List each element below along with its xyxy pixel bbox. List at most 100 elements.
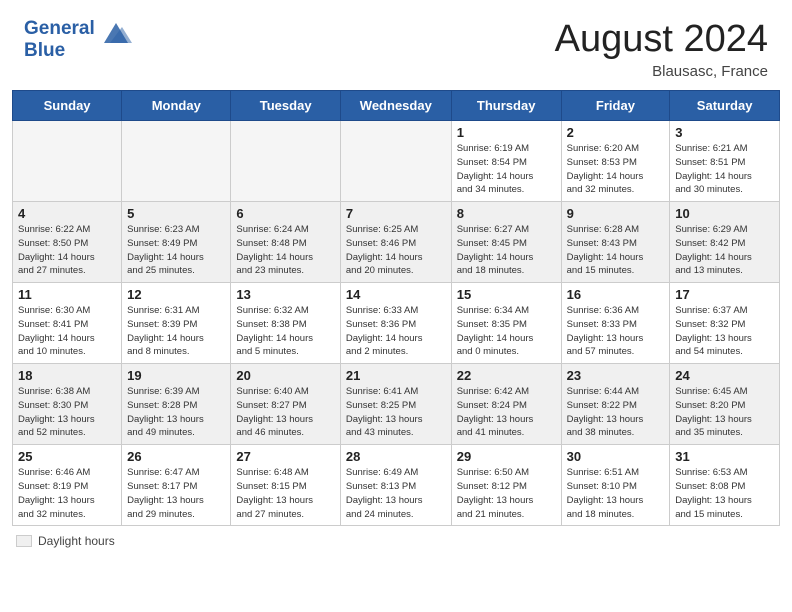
cell-info: Sunrise: 6:19 AM Sunset: 8:54 PM Dayligh… — [457, 142, 556, 197]
date-number: 11 — [18, 287, 116, 302]
cell-info: Sunrise: 6:21 AM Sunset: 8:51 PM Dayligh… — [675, 142, 774, 197]
location-subtitle: Blausasc, France — [555, 63, 768, 80]
cal-cell: 8 Sunrise: 6:27 AM Sunset: 8:45 PM Daylig… — [451, 202, 561, 283]
date-number: 25 — [18, 449, 116, 464]
date-number: 28 — [346, 449, 446, 464]
date-number: 16 — [567, 287, 665, 302]
cal-cell: 7 Sunrise: 6:25 AM Sunset: 8:46 PM Daylig… — [340, 202, 451, 283]
cal-cell: 11 Sunrise: 6:30 AM Sunset: 8:41 PM Dayli… — [13, 283, 122, 364]
cal-cell: 10 Sunrise: 6:29 AM Sunset: 8:42 PM Dayli… — [670, 202, 780, 283]
cell-info: Sunrise: 6:40 AM Sunset: 8:27 PM Dayligh… — [236, 385, 334, 440]
cell-info: Sunrise: 6:25 AM Sunset: 8:46 PM Dayligh… — [346, 223, 446, 278]
cell-info: Sunrise: 6:34 AM Sunset: 8:35 PM Dayligh… — [457, 304, 556, 359]
cal-cell: 9 Sunrise: 6:28 AM Sunset: 8:43 PM Daylig… — [561, 202, 670, 283]
day-header-sunday: Sunday — [13, 91, 122, 121]
cal-cell: 31Sunrise: 6:53 AM Sunset: 8:08 PM Dayli… — [670, 445, 780, 526]
cell-info: Sunrise: 6:37 AM Sunset: 8:32 PM Dayligh… — [675, 304, 774, 359]
cell-info: Sunrise: 6:33 AM Sunset: 8:36 PM Dayligh… — [346, 304, 446, 359]
calendar-table: SundayMondayTuesdayWednesdayThursdayFrid… — [12, 90, 780, 526]
legend-label: Daylight hours — [38, 534, 115, 548]
cell-info: Sunrise: 6:44 AM Sunset: 8:22 PM Dayligh… — [567, 385, 665, 440]
day-header-wednesday: Wednesday — [340, 91, 451, 121]
date-number: 15 — [457, 287, 556, 302]
cal-cell — [122, 121, 231, 202]
cal-cell: 17 Sunrise: 6:37 AM Sunset: 8:32 PM Dayli… — [670, 283, 780, 364]
cal-cell: 26Sunrise: 6:47 AM Sunset: 8:17 PM Dayli… — [122, 445, 231, 526]
cell-info: Sunrise: 6:51 AM Sunset: 8:10 PM Dayligh… — [567, 466, 665, 521]
cal-cell: 22 Sunrise: 6:42 AM Sunset: 8:24 PM Dayli… — [451, 364, 561, 445]
date-number: 13 — [236, 287, 334, 302]
cal-cell: 18Sunrise: 6:38 AM Sunset: 8:30 PM Dayli… — [13, 364, 122, 445]
date-number: 8 — [457, 206, 556, 221]
cal-cell: 28 Sunrise: 6:49 AM Sunset: 8:13 PM Dayli… — [340, 445, 451, 526]
date-number: 1 — [457, 125, 556, 140]
cal-cell: 29 Sunrise: 6:50 AM Sunset: 8:12 PM Dayli… — [451, 445, 561, 526]
logo-text: GeneralBlue — [24, 18, 95, 62]
day-header-saturday: Saturday — [670, 91, 780, 121]
cell-info: Sunrise: 6:45 AM Sunset: 8:20 PM Dayligh… — [675, 385, 774, 440]
cal-cell — [231, 121, 340, 202]
date-number: 29 — [457, 449, 556, 464]
cal-cell: 30 Sunrise: 6:51 AM Sunset: 8:10 PM Dayli… — [561, 445, 670, 526]
date-number: 3 — [675, 125, 774, 140]
cal-cell: 16Sunrise: 6:36 AM Sunset: 8:33 PM Dayli… — [561, 283, 670, 364]
cell-info: Sunrise: 6:24 AM Sunset: 8:48 PM Dayligh… — [236, 223, 334, 278]
date-number: 27 — [236, 449, 334, 464]
date-number: 24 — [675, 368, 774, 383]
cal-cell: 20 Sunrise: 6:40 AM Sunset: 8:27 PM Dayli… — [231, 364, 340, 445]
cal-cell — [13, 121, 122, 202]
date-number: 21 — [346, 368, 446, 383]
cell-info: Sunrise: 6:38 AM Sunset: 8:30 PM Dayligh… — [18, 385, 116, 440]
date-number: 17 — [675, 287, 774, 302]
cell-info: Sunrise: 6:30 AM Sunset: 8:41 PM Dayligh… — [18, 304, 116, 359]
cell-info: Sunrise: 6:20 AM Sunset: 8:53 PM Dayligh… — [567, 142, 665, 197]
cell-info: Sunrise: 6:31 AM Sunset: 8:39 PM Dayligh… — [127, 304, 225, 359]
cal-cell: 25Sunrise: 6:46 AM Sunset: 8:19 PM Dayli… — [13, 445, 122, 526]
date-number: 22 — [457, 368, 556, 383]
page-header: GeneralBlue August 2024 Blausasc, France — [0, 0, 792, 90]
cal-cell: 4 Sunrise: 6:22 AM Sunset: 8:50 PM Daylig… — [13, 202, 122, 283]
cal-cell — [340, 121, 451, 202]
legend-box — [16, 535, 32, 547]
cell-info: Sunrise: 6:39 AM Sunset: 8:28 PM Dayligh… — [127, 385, 225, 440]
cal-cell: 15 Sunrise: 6:34 AM Sunset: 8:35 PM Dayli… — [451, 283, 561, 364]
date-number: 7 — [346, 206, 446, 221]
cell-info: Sunrise: 6:27 AM Sunset: 8:45 PM Dayligh… — [457, 223, 556, 278]
day-header-thursday: Thursday — [451, 91, 561, 121]
cell-info: Sunrise: 6:48 AM Sunset: 8:15 PM Dayligh… — [236, 466, 334, 521]
cal-cell: 1 Sunrise: 6:19 AM Sunset: 8:54 PM Daylig… — [451, 121, 561, 202]
date-number: 14 — [346, 287, 446, 302]
cal-cell: 27 Sunrise: 6:48 AM Sunset: 8:15 PM Dayli… — [231, 445, 340, 526]
cell-info: Sunrise: 6:41 AM Sunset: 8:25 PM Dayligh… — [346, 385, 446, 440]
date-number: 10 — [675, 206, 774, 221]
legend: Daylight hours — [0, 526, 792, 556]
cell-info: Sunrise: 6:49 AM Sunset: 8:13 PM Dayligh… — [346, 466, 446, 521]
cell-info: Sunrise: 6:22 AM Sunset: 8:50 PM Dayligh… — [18, 223, 116, 278]
date-number: 26 — [127, 449, 225, 464]
month-year-title: August 2024 — [555, 18, 768, 61]
cell-info: Sunrise: 6:53 AM Sunset: 8:08 PM Dayligh… — [675, 466, 774, 521]
cal-cell: 3 Sunrise: 6:21 AM Sunset: 8:51 PM Daylig… — [670, 121, 780, 202]
cal-cell: 23 Sunrise: 6:44 AM Sunset: 8:22 PM Dayli… — [561, 364, 670, 445]
date-number: 9 — [567, 206, 665, 221]
date-number: 6 — [236, 206, 334, 221]
date-number: 20 — [236, 368, 334, 383]
date-number: 2 — [567, 125, 665, 140]
logo: GeneralBlue — [24, 18, 132, 62]
date-number: 19 — [127, 368, 225, 383]
cell-info: Sunrise: 6:28 AM Sunset: 8:43 PM Dayligh… — [567, 223, 665, 278]
date-number: 23 — [567, 368, 665, 383]
day-header-monday: Monday — [122, 91, 231, 121]
date-number: 30 — [567, 449, 665, 464]
cell-info: Sunrise: 6:23 AM Sunset: 8:49 PM Dayligh… — [127, 223, 225, 278]
cell-info: Sunrise: 6:50 AM Sunset: 8:12 PM Dayligh… — [457, 466, 556, 521]
cal-cell: 19 Sunrise: 6:39 AM Sunset: 8:28 PM Dayli… — [122, 364, 231, 445]
cell-info: Sunrise: 6:42 AM Sunset: 8:24 PM Dayligh… — [457, 385, 556, 440]
title-area: August 2024 Blausasc, France — [555, 18, 768, 80]
cell-info: Sunrise: 6:29 AM Sunset: 8:42 PM Dayligh… — [675, 223, 774, 278]
date-number: 12 — [127, 287, 225, 302]
date-number: 4 — [18, 206, 116, 221]
date-number: 5 — [127, 206, 225, 221]
cal-cell: 14 Sunrise: 6:33 AM Sunset: 8:36 PM Dayli… — [340, 283, 451, 364]
cal-cell: 24 Sunrise: 6:45 AM Sunset: 8:20 PM Dayli… — [670, 364, 780, 445]
